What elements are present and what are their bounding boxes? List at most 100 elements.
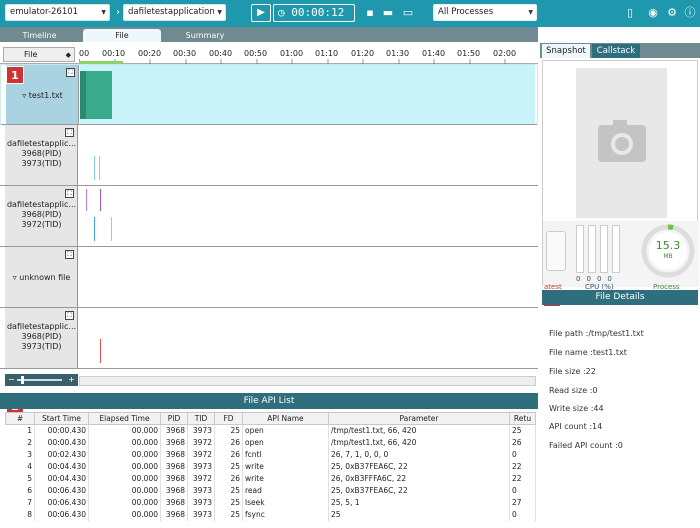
memory-unit: MB [663,253,673,260]
zoom-in-icon[interactable]: + [68,374,75,386]
zoom-out-icon[interactable]: − [8,374,15,386]
event-mark [86,189,87,211]
thread-row-3973[interactable]: ⛶ dafiletestapplic... 3968(PID) 3973(TID… [0,125,538,186]
row-label-cell[interactable]: ⛶ dafiletestapplic... 3968(PID) 3973(TID… [5,125,78,185]
camera-icon[interactable]: ◉ [645,5,661,21]
api-table: # Start Time Elapsed Time PID TID FD API… [5,412,536,521]
file-row-unknown[interactable]: ⛶ ▿ unknown file [0,247,538,308]
open-block-edge [80,71,86,119]
tab-timeline[interactable]: Timeline [3,29,76,42]
table-cell: 25 [214,461,243,473]
table-row[interactable]: 3 00:02.430 00.000 3968 3972 26 fcntl 26, 7, 1,… [5,449,536,461]
col-header[interactable]: PID [160,412,188,425]
toolbar: emulator-26101 ▼ › dafiletestapplication… [0,0,700,27]
table-cell: 25, 0xB37FEA6C, 22 [328,461,510,473]
timer-value: 00:00:12 [291,6,345,19]
ruler-tick: 01:30 [386,49,410,58]
horizontal-scrollbar[interactable] [79,376,536,386]
row-chart[interactable] [79,308,536,368]
tab-summary[interactable]: Summary [166,29,244,42]
event-mark [100,189,101,211]
table-cell: 00.000 [88,473,161,485]
table-cell: 6 [5,485,35,497]
col-header[interactable]: Parameter [328,412,510,425]
col-header[interactable]: Retu [509,412,536,425]
row-chart[interactable] [79,125,536,185]
table-cell: 00:04.430 [34,461,89,473]
table-cell: 0 [509,485,536,497]
timer-display: ◷ 00:00:12 [273,4,355,22]
chevron-down-icon: ▼ [528,9,533,16]
table-cell: 25 [214,424,243,437]
gear-icon[interactable]: ⚙ [664,5,680,21]
expand-icon[interactable]: ⛶ [66,68,75,77]
row-label-cell[interactable]: ⛶ dafiletestapplic... 3968(PID) 3973(TID… [5,308,78,368]
row-chart[interactable] [79,247,536,307]
info-icon[interactable]: ⓘ [682,5,698,21]
save-icon[interactable]: ▪ [362,5,378,21]
table-cell: 3968 [160,485,188,497]
row-label-cell[interactable]: ⛶ dafiletestapplic... 3968(PID) 3972(TID… [5,186,78,246]
tab-file[interactable]: File [83,29,161,42]
cpu-value: 0 [576,275,587,283]
snapshot-panel: 0000 CPU (%) atest 15.3 MB Process [542,60,699,291]
tab-callstack[interactable]: Callstack [592,44,640,58]
expand-icon[interactable]: ⛶ [65,311,74,320]
col-header[interactable]: Elapsed Time [88,412,161,425]
table-cell: write [242,473,329,485]
process-select[interactable]: All Processes ▼ [433,4,537,21]
thread-row-3972[interactable]: ⛶ dafiletestapplic... 3968(PID) 3972(TID… [0,186,538,247]
ruler-tick: 00:40 [209,49,233,58]
collapse-triangle-icon[interactable]: ▿ [22,91,26,100]
col-header[interactable]: API Name [242,412,329,425]
row-chart[interactable] [80,65,535,124]
screenshot-placeholder[interactable] [576,68,667,218]
table-row[interactable]: 5 00:04.430 00.000 3968 3972 26 write 26, 0xB3F… [5,473,536,485]
file-column-header[interactable]: File ◆ [3,47,75,62]
collapse-triangle-icon[interactable]: ▿ [13,273,17,282]
screen-icon[interactable]: ▭ [400,5,416,21]
expand-icon[interactable]: ⛶ [65,128,74,137]
file-row-test1[interactable]: ⛶ ▿ test1.txt [0,64,538,125]
cpu-value: 0 [596,275,608,283]
row-pid: 3968(PID) [21,210,62,219]
tab-snapshot[interactable]: Snapshot [542,44,590,58]
cpu-bar [576,225,584,273]
table-cell: 3968 [160,509,188,521]
row-label-cell[interactable]: ⛶ ▿ unknown file [5,247,78,307]
event-mark [94,156,95,180]
detail-api-count: API count :14 [549,422,603,431]
thread-row-3973-unknown[interactable]: ⛶ dafiletestapplic... 3968(PID) 3973(TID… [0,308,538,369]
resource-bars: 0000 CPU (%) atest 15.3 MB Process [543,221,699,291]
table-row[interactable]: 6 00:06.430 00.000 3968 3973 25 read 25, 0xB37F… [5,485,536,497]
zoom-slider[interactable]: − + [5,374,78,386]
row-chart[interactable] [79,186,536,246]
clock-icon: ◷ [278,6,285,19]
open-folder-icon[interactable]: ▬ [380,5,396,21]
device-select[interactable]: emulator-26101 ▼ [5,4,110,21]
col-header[interactable]: TID [187,412,215,425]
table-cell: 00.000 [88,461,161,473]
col-header[interactable]: FD [214,412,243,425]
table-row[interactable]: 8 00:06.430 00.000 3968 3973 25 fsync 25 0 [5,509,536,521]
col-header[interactable]: Start Time [34,412,89,425]
sort-icon[interactable]: ◆ [66,49,71,62]
speaker-icon[interactable] [546,231,566,271]
table-cell: 25, 0xB37FEA6C, 22 [328,485,510,497]
device-manager-icon[interactable]: ▯ [622,5,638,21]
table-row[interactable]: 2 00:00.430 00.000 3968 3972 26 open/tmp/test1… [5,437,536,449]
table-row[interactable]: 4 00:04.430 00.000 3968 3973 25 write 25, 0xB37… [5,461,536,473]
table-cell: 3972 [187,437,215,449]
zoom-handle[interactable] [21,376,24,384]
table-row[interactable]: 1 00:00.430 00.000 3968 3973 25 open/tmp/test1… [5,424,536,437]
expand-icon[interactable]: ⛶ [65,250,74,259]
app-select[interactable]: dafiletestapplication ▼ [123,4,226,21]
detail-read-size: Read size :0 [549,386,598,395]
col-header[interactable]: # [5,412,35,425]
table-row[interactable]: 7 00:06.430 00.000 3968 3973 25 lseek 25, 5, 12… [5,497,536,509]
play-button[interactable]: ▶ [251,4,271,22]
table-cell: 3972 [187,473,215,485]
ruler-tick: 00:20 [138,49,162,58]
expand-icon[interactable]: ⛶ [65,189,74,198]
table-cell: 1 [5,424,35,437]
